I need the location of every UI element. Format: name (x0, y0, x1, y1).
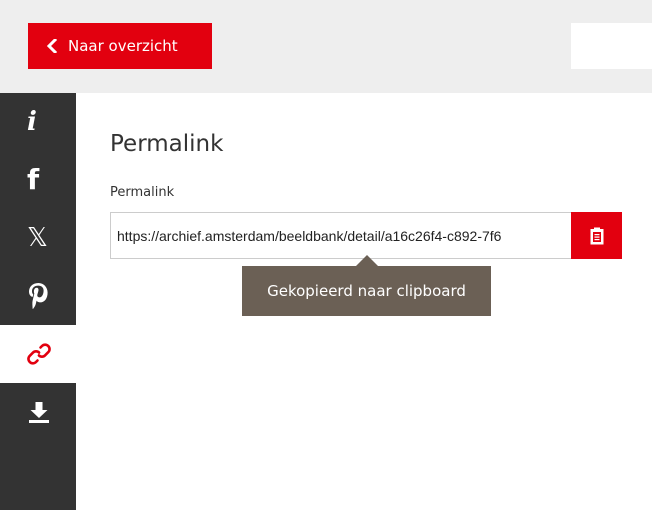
sidebar-item-x[interactable]: 𝕏 (5, 209, 76, 267)
x-icon: 𝕏 (27, 223, 48, 253)
permalink-field-label: Permalink (110, 185, 175, 200)
copied-tooltip: Gekopieerd naar clipboard (242, 266, 491, 316)
top-right-panel (571, 23, 652, 69)
back-button-label: Naar overzicht (68, 37, 178, 55)
sidebar-item-facebook[interactable]: f (5, 151, 76, 209)
tooltip-arrow (356, 255, 378, 266)
sidebar-item-permalink[interactable] (0, 325, 76, 383)
facebook-icon: f (27, 163, 40, 196)
back-to-overview-button[interactable]: Naar overzicht (28, 23, 212, 69)
permalink-input[interactable] (110, 212, 571, 259)
sidebar-item-download[interactable] (5, 383, 76, 441)
top-bar: Naar overzicht (0, 0, 652, 93)
clipboard-icon (590, 227, 603, 244)
download-icon (29, 402, 49, 423)
sidebar-item-pinterest[interactable] (5, 267, 76, 325)
copy-to-clipboard-button[interactable] (571, 212, 622, 259)
link-icon (27, 343, 51, 365)
chevron-left-icon (46, 39, 58, 53)
info-icon: i (27, 107, 37, 137)
pinterest-icon (29, 283, 48, 309)
share-sidebar: i f 𝕏 (0, 93, 76, 510)
page-title: Permalink (110, 131, 224, 157)
sidebar-item-info[interactable]: i (5, 93, 76, 151)
